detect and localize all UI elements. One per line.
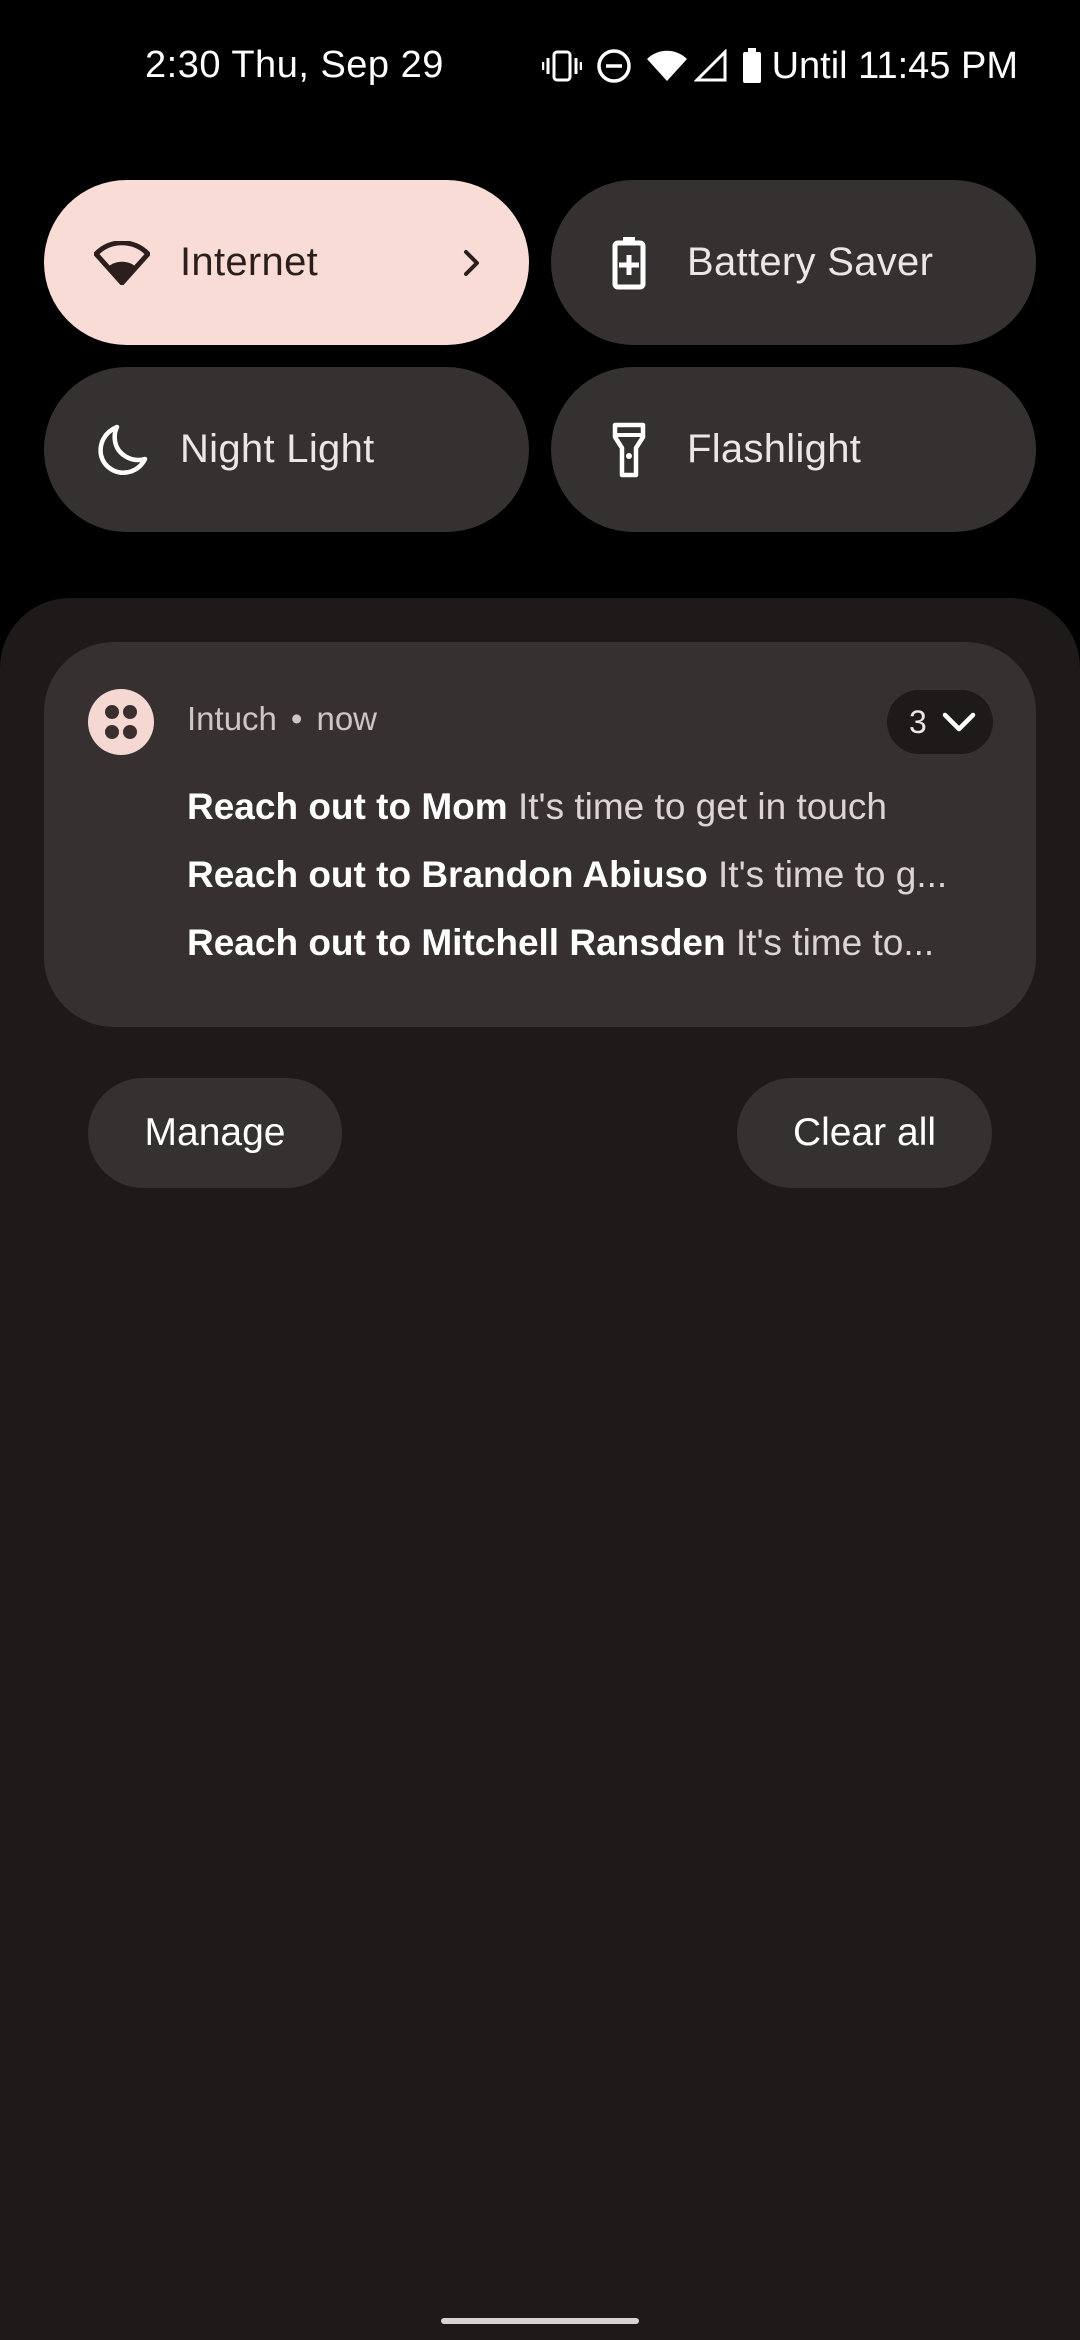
chevron-down-icon	[941, 710, 977, 734]
notification-header: Intuch • now	[187, 700, 377, 738]
home-indicator[interactable]	[441, 2318, 639, 2324]
tile-flashlight-label: Flashlight	[687, 427, 862, 471]
battery-saver-icon	[601, 235, 657, 291]
status-date: Thu, Sep 29	[231, 44, 444, 86]
wifi-icon	[94, 235, 150, 291]
status-time-date: 2:30 Thu, Sep 29	[145, 44, 444, 87]
status-icons: Until 11:45 PM	[528, 42, 1018, 90]
chevron-right-icon	[457, 243, 487, 283]
tile-night-light[interactable]: Night Light	[44, 367, 529, 532]
vibrate-icon	[541, 50, 582, 82]
battery-icon	[742, 48, 762, 84]
tile-battery-saver[interactable]: Battery Saver	[551, 180, 1036, 345]
tile-internet[interactable]: Internet	[44, 180, 529, 345]
flashlight-icon	[601, 422, 657, 478]
notification-item-text: It's time to get in touch	[517, 786, 887, 827]
notification-item-title: Reach out to Brandon Abiuso	[187, 854, 708, 895]
notification-item[interactable]: Reach out to Mitchell Ransden It's time …	[187, 922, 987, 964]
notification-time: now	[316, 700, 378, 737]
status-bar: 2:30 Thu, Sep 29 Until 11:45 PM	[0, 0, 1080, 135]
notification-item-text: It's time to...	[735, 922, 935, 963]
expand-notification-button[interactable]: 3	[887, 690, 993, 754]
notification-count: 3	[909, 703, 927, 740]
header-separator: •	[290, 700, 303, 737]
dnd-until-text: Until 11:45 PM	[771, 44, 1018, 87]
notification-item-title: Reach out to Mom	[187, 786, 508, 827]
wifi-icon	[646, 49, 688, 83]
tile-flashlight[interactable]: Flashlight	[551, 367, 1036, 532]
tile-battery-saver-label: Battery Saver	[687, 240, 934, 284]
tile-night-light-label: Night Light	[180, 427, 375, 471]
notification-item-text: It's time to g...	[718, 854, 948, 895]
moon-icon	[94, 422, 150, 478]
cellular-signal-icon	[693, 49, 728, 83]
notification-item[interactable]: Reach out to Mom It's time to get in tou…	[187, 786, 987, 828]
manage-button[interactable]: Manage	[88, 1078, 342, 1188]
intuch-app-icon	[88, 689, 154, 755]
tile-internet-label: Internet	[180, 240, 319, 284]
status-time: 2:30	[145, 44, 221, 86]
notification-app-name: Intuch	[187, 700, 277, 737]
notification-item-title: Reach out to Mitchell Ransden	[187, 922, 726, 963]
do-not-disturb-icon	[596, 48, 632, 84]
clear-all-button[interactable]: Clear all	[737, 1078, 992, 1188]
notification-item[interactable]: Reach out to Brandon Abiuso It's time to…	[187, 854, 987, 896]
